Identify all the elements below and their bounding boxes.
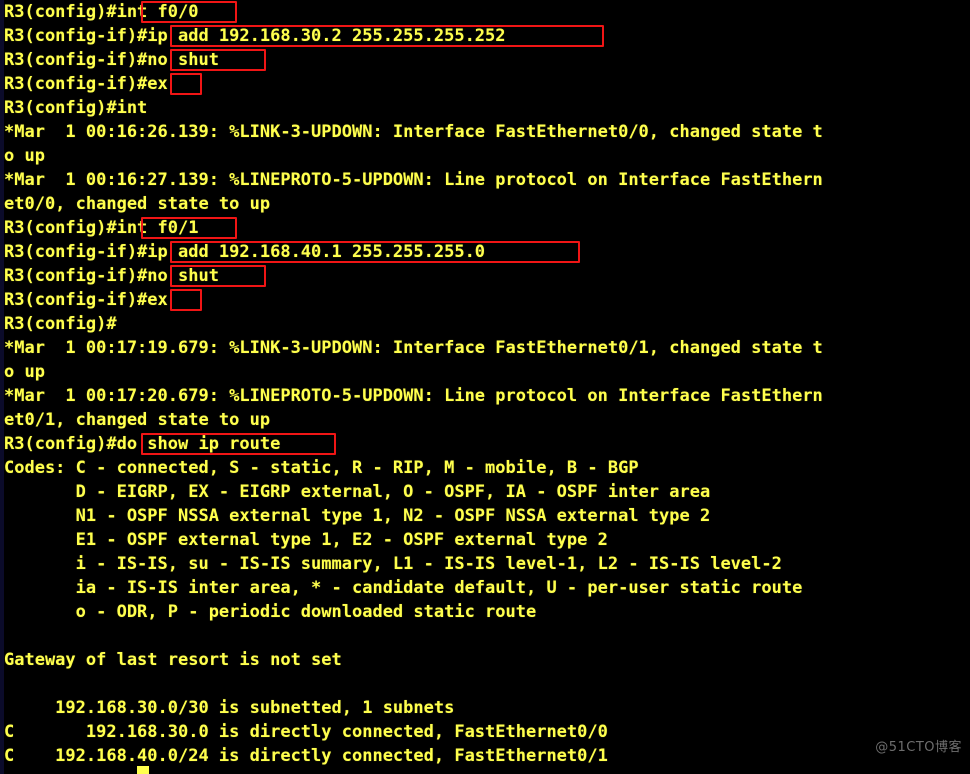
watermark: @51CTO博客 [875, 740, 962, 755]
terminal-line: R3(config)# [4, 314, 117, 334]
terminal-line: R3(config)#int [4, 98, 148, 118]
terminal-line: o up [4, 362, 45, 382]
terminal-line: o up [4, 146, 45, 166]
terminal-line: R3(config-if)#no shut [4, 50, 219, 70]
terminal-line: D - EIGRP, EX - EIGRP external, O - OSPF… [4, 482, 711, 502]
terminal-line: R3(config)#do show ip route [4, 434, 281, 454]
terminal-line: C 192.168.30.0 is directly connected, Fa… [4, 722, 608, 742]
terminal-line: o - ODR, P - periodic downloaded static … [4, 602, 537, 622]
terminal-output-area[interactable]: R3(config)#int f0/0 R3(config-if)#ip add … [4, 0, 970, 768]
terminal-line: E1 - OSPF external type 1, E2 - OSPF ext… [4, 530, 608, 550]
terminal-line: ia - IS-IS inter area, * - candidate def… [4, 578, 803, 598]
terminal-line: R3(config)#int f0/0 [4, 2, 199, 22]
terminal-line: *Mar 1 00:16:27.139: %LINEPROTO-5-UPDOWN… [4, 170, 823, 190]
terminal-line: et0/1, changed state to up [4, 410, 271, 430]
terminal-line: C 192.168.40.0/24 is directly connected,… [4, 746, 608, 766]
terminal-line: R3(config-if)#ip add 192.168.30.2 255.25… [4, 26, 506, 46]
terminal-line: Codes: C - connected, S - static, R - RI… [4, 458, 639, 478]
terminal-line: i - IS-IS, su - IS-IS summary, L1 - IS-I… [4, 554, 782, 574]
terminal-window[interactable]: R3(config)#int f0/0 R3(config-if)#ip add … [0, 0, 970, 774]
terminal-line: R3(config-if)#ex [4, 290, 168, 310]
terminal-line: Gateway of last resort is not set [4, 650, 342, 670]
terminal-line: N1 - OSPF NSSA external type 1, N2 - OSP… [4, 506, 711, 526]
terminal-line: R3(config)#int f0/1 [4, 218, 199, 238]
terminal-cursor [137, 766, 149, 774]
terminal-line: R3(config-if)#ip add 192.168.40.1 255.25… [4, 242, 486, 262]
terminal-line: et0/0, changed state to up [4, 194, 271, 214]
terminal-line: *Mar 1 00:17:20.679: %LINEPROTO-5-UPDOWN… [4, 386, 823, 406]
terminal-line: *Mar 1 00:16:26.139: %LINK-3-UPDOWN: Int… [4, 122, 823, 142]
terminal-line: 192.168.30.0/30 is subnetted, 1 subnets [4, 698, 455, 718]
terminal-line: *Mar 1 00:17:19.679: %LINK-3-UPDOWN: Int… [4, 338, 823, 358]
terminal-line: R3(config-if)#no shut [4, 266, 219, 286]
terminal-line: R3(config-if)#ex [4, 74, 168, 94]
